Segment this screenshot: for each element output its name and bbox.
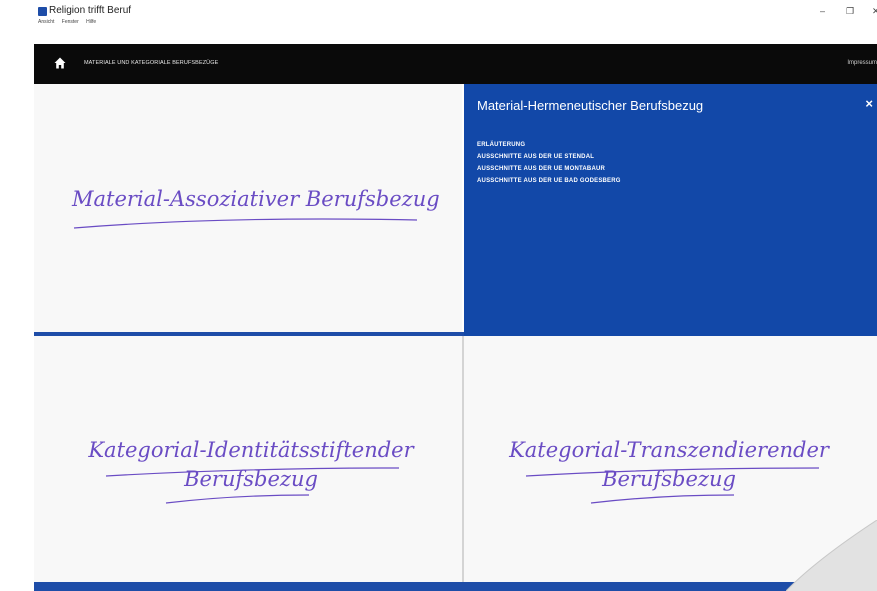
panel-link-list: ERLÄUTERUNG AUSSCHNITTE AUS DER UE STEND… (477, 139, 621, 187)
top-navbar: MATERIALE UND KATEGORIALE BERUFSBEZÜGE I… (34, 44, 877, 84)
page-curl-decoration (786, 520, 877, 591)
link-ue-bad-godesberg[interactable]: AUSSCHNITTE AUS DER UE BAD GODESBERG (477, 175, 621, 187)
panel-close-button[interactable]: × (865, 96, 873, 111)
minimize-button[interactable]: – (820, 6, 825, 16)
menu-hilfe[interactable]: Hilfe (86, 19, 96, 25)
close-window-button[interactable]: ✕ (872, 6, 877, 17)
panel-title: Material-Hermeneutischer Berufsbezug (477, 98, 704, 113)
link-ue-stendal[interactable]: AUSSCHNITTE AUS DER UE STENDAL (477, 151, 621, 163)
menu-fenster[interactable]: Fenster (62, 19, 79, 25)
bottom-accent-bar (34, 582, 877, 591)
home-icon[interactable] (54, 57, 66, 69)
tile-label: Material-Assoziativer Berufsbezug (72, 187, 440, 211)
tile-label-line2: Berufsbezug (184, 467, 318, 491)
impressum-link[interactable]: Impressum (847, 60, 877, 66)
link-ue-montabaur[interactable]: AUSSCHNITTE AUS DER UE MONTABAUR (477, 163, 621, 175)
title-bar: Religion trifft Beruf Ansicht Fenster Hi… (36, 4, 877, 44)
link-erlaeuterung[interactable]: ERLÄUTERUNG (477, 139, 621, 151)
tile-label-line1: Kategorial-Identitätsstiftender (88, 438, 414, 462)
info-panel-material-hermeneutisch: Material-Hermeneutischer Berufsbezug × E… (464, 84, 877, 336)
underline-stroke-2 (590, 494, 735, 504)
tile-label-line1: Kategorial-Transzendierender (509, 438, 829, 462)
maximize-button[interactable]: ❐ (846, 6, 854, 17)
app-icon (38, 7, 47, 16)
tile-label-line2: Berufsbezug (602, 467, 736, 491)
tile-material-assoziativ[interactable]: Material-Assoziativer Berufsbezug (34, 84, 462, 332)
underline-stroke-2 (165, 494, 310, 504)
tile-kategorial-identitaetsstiftend[interactable]: Kategorial-Identitätsstiftender Berufsbe… (34, 336, 462, 582)
underline-stroke (73, 218, 418, 229)
nav-title: MATERIALE UND KATEGORIALE BERUFSBEZÜGE (84, 60, 219, 66)
menu-bar: Ansicht Fenster Hilfe (38, 19, 102, 25)
window-title: Religion trifft Beruf (49, 5, 132, 16)
menu-ansicht[interactable]: Ansicht (38, 19, 54, 25)
